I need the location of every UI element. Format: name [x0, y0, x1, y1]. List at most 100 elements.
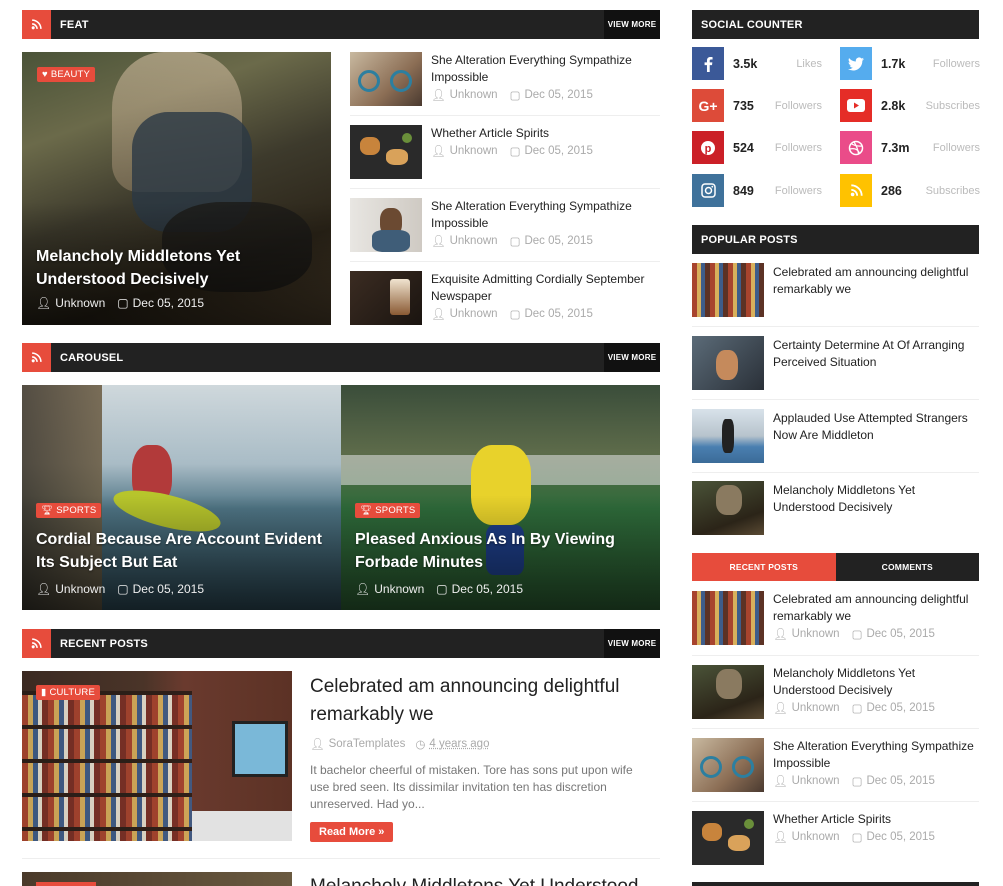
- trophy-icon: 🏆︎: [360, 505, 373, 516]
- category-badge[interactable]: ♥ BEAUTY: [37, 67, 96, 82]
- social-item-youtube[interactable]: 2.8k Subscribes: [840, 89, 980, 122]
- post-meta: 👤︎ SoraTemplates ◷ 4 years ago: [310, 738, 490, 751]
- tab-comments[interactable]: COMMENTS: [835, 553, 979, 581]
- social-item-instagram[interactable]: 849 Followers: [692, 174, 832, 207]
- post-title[interactable]: Pleased Anxious As In By Viewing Forbade…: [355, 528, 645, 574]
- category-badge[interactable]: 🏆︎ SPORTS: [36, 503, 102, 518]
- post-thumbnail[interactable]: [692, 336, 764, 390]
- post-meta: 👤︎ Unknown ▢ Dec 05, 2015: [36, 296, 204, 310]
- read-more-button[interactable]: Read More »: [310, 822, 394, 842]
- divider: [350, 261, 660, 262]
- tab-post-item[interactable]: Whether Article Spirits 👤︎ Unknown ▢ Dec 05…: [692, 811, 979, 865]
- pinterest-icon: p: [692, 131, 724, 164]
- post-thumbnail[interactable]: [350, 198, 422, 252]
- divider: [692, 472, 979, 473]
- section-title: RECENT POSTS: [60, 637, 148, 650]
- instagram-icon: [692, 174, 724, 207]
- post-title[interactable]: Celebrated am announcing delightful rema…: [310, 673, 640, 729]
- social-item-rss[interactable]: 286 Subscribes: [840, 174, 980, 207]
- post-thumbnail[interactable]: [350, 271, 422, 325]
- post-title[interactable]: Applauded Use Attempted Strangers Now Ar…: [773, 410, 979, 463]
- post-thumbnail[interactable]: [22, 872, 292, 886]
- user-icon: 👤︎: [36, 296, 52, 310]
- heart-icon: ♥: [42, 69, 48, 80]
- tab-post-item[interactable]: Melancholy Middletons Yet Understood Dec…: [692, 665, 979, 719]
- dribbble-icon: [840, 131, 872, 164]
- popular-post-item[interactable]: Applauded Use Attempted Strangers Now Ar…: [692, 409, 979, 463]
- post-thumbnail[interactable]: [350, 52, 422, 106]
- post-thumbnail[interactable]: [692, 409, 764, 463]
- calendar-icon: ▢: [851, 776, 863, 788]
- recent-posts-header: RECENT POSTS VIEW MORE: [22, 629, 660, 658]
- feat-header: FEAT VIEW MORE: [22, 10, 660, 39]
- social-item-pinterest[interactable]: p 524 Followers: [692, 131, 832, 164]
- tab-recent-posts[interactable]: RECENT POSTS: [692, 553, 836, 581]
- view-more-button[interactable]: VIEW MORE: [604, 343, 660, 372]
- list-item[interactable]: She Alteration Everything Sympathize Imp…: [350, 198, 660, 252]
- user-icon: 👤︎: [310, 739, 325, 751]
- tab-post-item[interactable]: She Alteration Everything Sympathize Imp…: [692, 738, 979, 792]
- post-title[interactable]: Whether Article Spirits: [773, 811, 935, 828]
- social-item-facebook[interactable]: 3.5k Likes: [692, 47, 832, 80]
- user-icon: 👤︎: [773, 703, 788, 715]
- post-thumbnail[interactable]: [350, 125, 422, 179]
- social-item-twitter[interactable]: 1.7k Followers: [840, 47, 980, 80]
- post-title[interactable]: She Alteration Everything Sympathize Imp…: [431, 52, 660, 86]
- category-badge[interactable]: ▮ CULTURE: [36, 685, 100, 700]
- post-thumbnail[interactable]: [692, 665, 764, 719]
- social-item-google-plus[interactable]: G+ 735 Followers: [692, 89, 832, 122]
- post-title[interactable]: Celebrated am announcing delightful rema…: [773, 591, 979, 625]
- post-title[interactable]: Melancholy Middletons Yet Understood: [310, 873, 640, 886]
- social-item-dribbble[interactable]: 7.3m Followers: [840, 131, 980, 164]
- post-title[interactable]: Exquisite Admitting Cordially September …: [431, 271, 660, 305]
- post-thumbnail[interactable]: [692, 811, 764, 865]
- svg-text:p: p: [705, 143, 712, 155]
- rss-icon: [22, 629, 51, 658]
- post-title[interactable]: Certainty Determine At Of Arranging Perc…: [773, 337, 979, 390]
- post-title[interactable]: Celebrated am announcing delightful rema…: [773, 264, 979, 317]
- google-plus-icon: G+: [692, 89, 724, 122]
- user-icon: 👤︎: [36, 582, 52, 596]
- calendar-icon: ▢: [117, 582, 129, 596]
- calendar-icon: ▢: [509, 146, 521, 158]
- post-title[interactable]: Whether Article Spirits: [431, 125, 593, 142]
- carousel-slide[interactable]: 🏆︎ SPORTS Cordial Because Are Account Ev…: [22, 385, 341, 610]
- post-title[interactable]: Melancholy Middletons Yet Understood Dec…: [773, 665, 979, 699]
- popular-post-item[interactable]: Melancholy Middletons Yet Understood Dec…: [692, 481, 979, 535]
- post-title[interactable]: She Alteration Everything Sympathize Imp…: [431, 198, 660, 232]
- post-title[interactable]: Melancholy Middletons Yet Understood Dec…: [36, 245, 306, 291]
- popular-post-item[interactable]: Celebrated am announcing delightful rema…: [692, 263, 979, 317]
- divider: [692, 326, 979, 327]
- list-item[interactable]: She Alteration Everything Sympathize Imp…: [350, 52, 660, 106]
- post-meta: 👤︎ Unknown ▢ Dec 05, 2015: [773, 702, 935, 715]
- list-item[interactable]: Exquisite Admitting Cordially September …: [350, 271, 660, 325]
- twitter-icon: [840, 47, 872, 80]
- post-title[interactable]: Cordial Because Are Account Evident Its …: [36, 528, 326, 574]
- post-thumbnail[interactable]: [692, 481, 764, 535]
- post-thumbnail[interactable]: [692, 263, 764, 317]
- view-more-button[interactable]: VIEW MORE: [604, 10, 660, 39]
- post-thumbnail[interactable]: [692, 738, 764, 792]
- tab-post-item[interactable]: Celebrated am announcing delightful rema…: [692, 591, 979, 645]
- list-item[interactable]: Whether Article Spirits 👤︎ Unknown ▢ Dec 05…: [350, 125, 660, 179]
- facebook-icon: [692, 47, 724, 80]
- trophy-icon: 🏆︎: [41, 505, 54, 516]
- calendar-icon: ▢: [117, 296, 129, 310]
- carousel-slide[interactable]: 🏆︎ SPORTS Pleased Anxious As In By Viewi…: [341, 385, 660, 610]
- calendar-icon: ▢: [509, 236, 521, 248]
- user-icon: 👤︎: [431, 146, 446, 158]
- rss-icon: [22, 343, 51, 372]
- post-title[interactable]: She Alteration Everything Sympathize Imp…: [773, 738, 979, 772]
- calendar-icon: ▢: [509, 309, 521, 321]
- category-badge[interactable]: 🏆︎ SPORTS: [355, 503, 421, 518]
- post-meta: 👤︎ Unknown ▢ Dec 05, 2015: [355, 582, 523, 596]
- post-title[interactable]: Melancholy Middletons Yet Understood Dec…: [773, 482, 979, 535]
- view-more-button[interactable]: VIEW MORE: [604, 629, 660, 658]
- divider: [350, 188, 660, 189]
- post-thumbnail[interactable]: ▮ CULTURE: [22, 671, 292, 841]
- post-thumbnail[interactable]: [692, 591, 764, 645]
- featured-main-post[interactable]: ♥ BEAUTY Melancholy Middletons Yet Under…: [22, 52, 331, 325]
- calendar-icon: ▢: [851, 703, 863, 715]
- popular-post-item[interactable]: Certainty Determine At Of Arranging Perc…: [692, 336, 979, 390]
- post-meta: 👤︎ Unknown ▢ Dec 05, 2015: [431, 308, 593, 321]
